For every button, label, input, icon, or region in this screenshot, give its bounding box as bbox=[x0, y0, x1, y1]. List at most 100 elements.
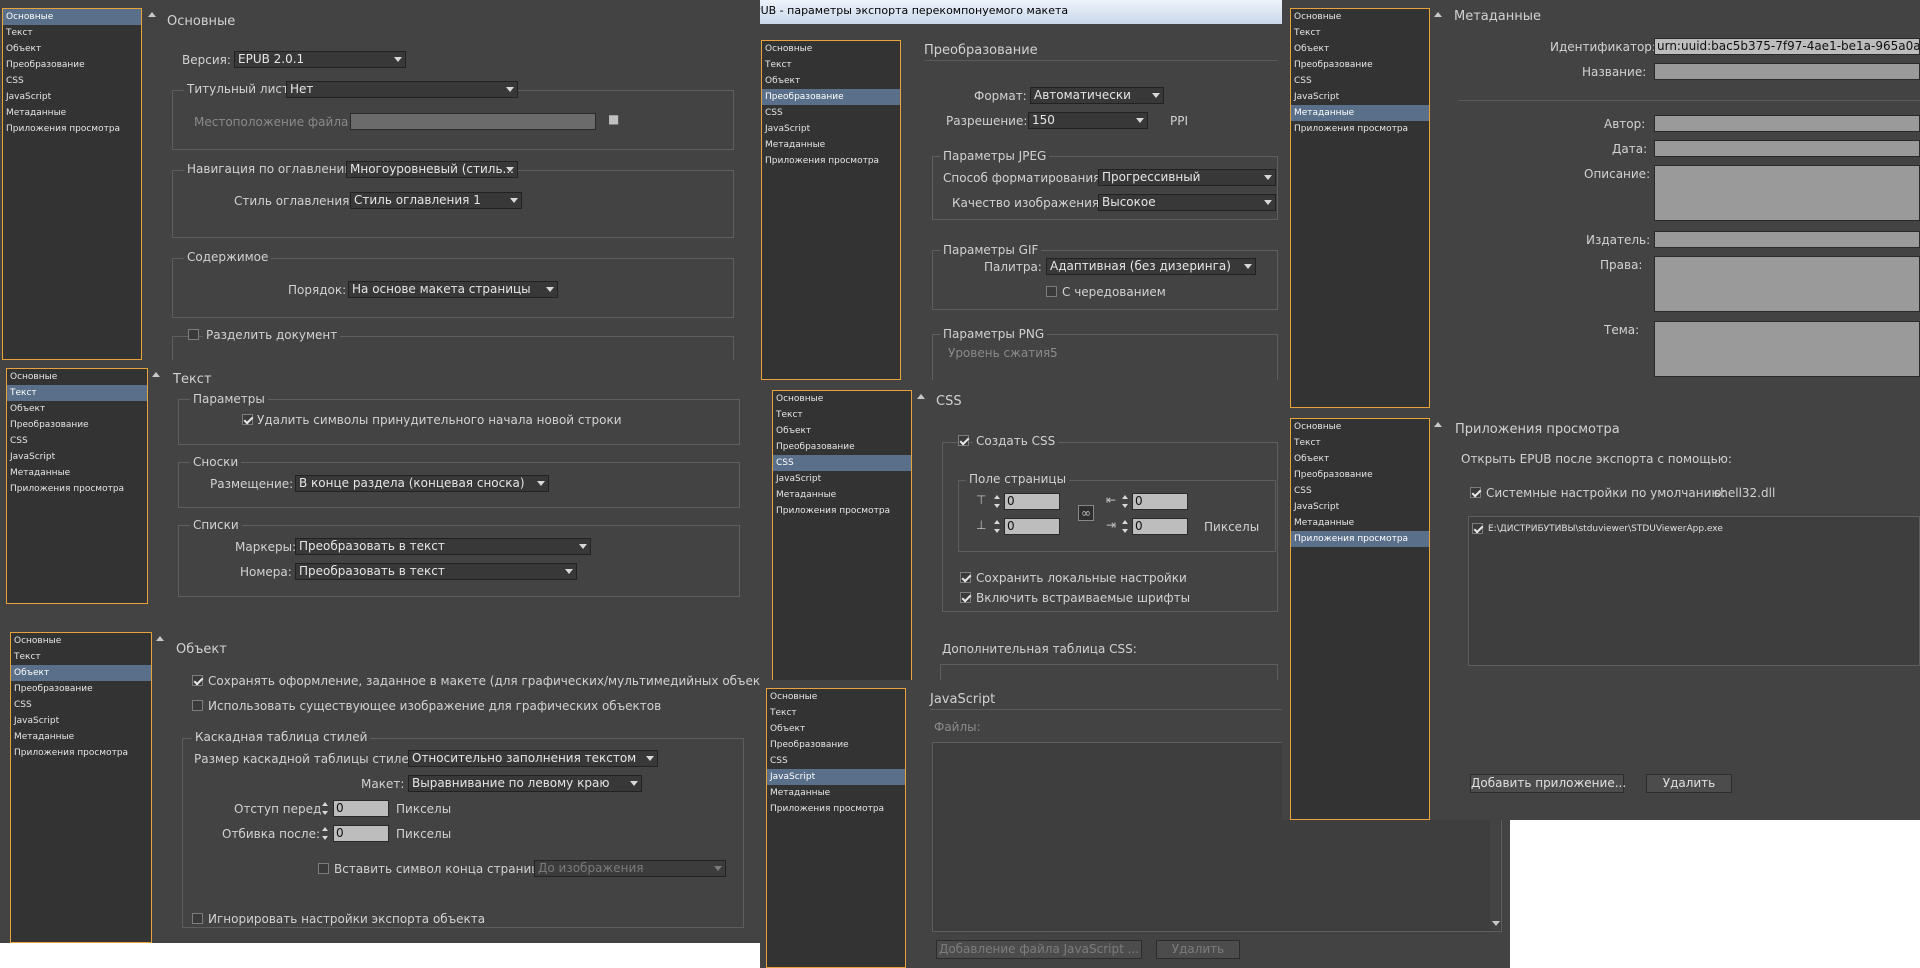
rights-field[interactable] bbox=[1654, 256, 1920, 312]
add-js-button[interactable]: Добавление файла JavaScript ... bbox=[936, 940, 1142, 959]
quality-select[interactable]: Высокое bbox=[1098, 194, 1276, 211]
nav-item[interactable]: Преобразование bbox=[1291, 467, 1429, 483]
nav-item[interactable]: Метаданные bbox=[1291, 105, 1429, 121]
apps-list[interactable] bbox=[1468, 516, 1920, 666]
id-field[interactable]: urn:uuid:bac5b375-7f97-4ae1-be1a-965a0a1… bbox=[1654, 38, 1920, 55]
nav-item[interactable]: Приложения просмотра bbox=[7, 481, 147, 497]
nav-item[interactable]: CSS bbox=[762, 105, 900, 121]
nav-item[interactable]: JavaScript bbox=[767, 769, 905, 785]
nav-item[interactable]: CSS bbox=[3, 73, 141, 89]
nav-item[interactable]: Основные bbox=[762, 41, 900, 57]
margin-left-spinner[interactable] bbox=[1122, 493, 1130, 510]
margin-bottom-input[interactable]: 0 bbox=[1004, 518, 1060, 535]
app-checkbox[interactable] bbox=[1472, 523, 1483, 534]
nav-item[interactable]: Приложения просмотра bbox=[3, 121, 141, 137]
nav-scrollbar[interactable] bbox=[1432, 8, 1444, 408]
nav-item[interactable]: Текст bbox=[3, 25, 141, 41]
delete-app-button[interactable]: Удалить bbox=[1646, 774, 1732, 793]
nav-item[interactable]: Объект bbox=[1291, 41, 1429, 57]
date-field[interactable] bbox=[1654, 140, 1920, 157]
nav-item[interactable]: Приложения просмотра bbox=[1291, 531, 1429, 547]
numbers-select[interactable]: Преобразовать в текст bbox=[295, 563, 577, 580]
resolution-select[interactable]: 150 bbox=[1028, 112, 1148, 129]
preserve-checkbox[interactable] bbox=[192, 675, 203, 686]
nav-item[interactable]: Основные bbox=[767, 689, 905, 705]
nav-item[interactable]: Преобразование bbox=[7, 417, 147, 433]
remove-breaks-checkbox[interactable] bbox=[242, 414, 253, 425]
page-break-checkbox[interactable] bbox=[318, 863, 329, 874]
delete-js-button[interactable]: Удалить bbox=[1156, 940, 1240, 959]
nav-item[interactable]: JavaScript bbox=[3, 89, 141, 105]
nav-item[interactable]: Текст bbox=[773, 407, 911, 423]
embed-fonts-checkbox[interactable] bbox=[960, 592, 971, 603]
toc-nav-select[interactable]: Многоуровневый (стиль... bbox=[346, 161, 518, 178]
nav-item[interactable]: Метаданные bbox=[3, 105, 141, 121]
nav-scrollbar[interactable] bbox=[154, 632, 166, 943]
nav-item[interactable]: JavaScript bbox=[773, 471, 911, 487]
nav-item[interactable]: Объект bbox=[11, 665, 151, 681]
margin-top-input[interactable]: 0 bbox=[1004, 493, 1060, 510]
author-field[interactable] bbox=[1654, 115, 1920, 132]
system-default-checkbox[interactable] bbox=[1470, 487, 1481, 498]
publisher-field[interactable] bbox=[1654, 231, 1920, 248]
interlace-checkbox[interactable] bbox=[1046, 286, 1057, 297]
nav-item[interactable]: Метаданные bbox=[11, 729, 151, 745]
nav-item[interactable]: Приложения просмотра bbox=[1291, 121, 1429, 137]
page-break-select[interactable]: До изображения bbox=[534, 860, 726, 877]
nav-item[interactable]: Приложения просмотра bbox=[767, 801, 905, 817]
nav-scrollbar[interactable] bbox=[146, 8, 158, 360]
file-location-field[interactable] bbox=[350, 113, 596, 130]
nav-item[interactable]: Текст bbox=[11, 649, 151, 665]
description-field[interactable] bbox=[1654, 165, 1920, 221]
nav-item[interactable]: CSS bbox=[11, 697, 151, 713]
space-before-spinner[interactable] bbox=[322, 800, 330, 817]
nav-item[interactable]: Приложения просмотра bbox=[773, 503, 911, 519]
nav-item[interactable]: Приложения просмотра bbox=[11, 745, 151, 761]
format-select[interactable]: Автоматически bbox=[1030, 87, 1164, 104]
nav-item[interactable]: Преобразование bbox=[1291, 57, 1429, 73]
nav-item[interactable]: Метаданные bbox=[7, 465, 147, 481]
nav-item[interactable]: Текст bbox=[1291, 435, 1429, 451]
nav-item[interactable]: Объект bbox=[7, 401, 147, 417]
nav-item[interactable]: Преобразование bbox=[11, 681, 151, 697]
nav-item[interactable]: Основные bbox=[1291, 419, 1429, 435]
nav-item[interactable]: Объект bbox=[762, 73, 900, 89]
bullets-select[interactable]: Преобразовать в текст bbox=[295, 538, 591, 555]
layout-select[interactable]: Выравнивание по левому краю bbox=[408, 775, 642, 792]
nav-item[interactable]: JavaScript bbox=[11, 713, 151, 729]
nav-item[interactable]: Приложения просмотра bbox=[762, 153, 900, 169]
nav-item[interactable]: Преобразование bbox=[3, 57, 141, 73]
add-app-button[interactable]: Добавить приложение... bbox=[1470, 774, 1626, 793]
margin-left-input[interactable]: 0 bbox=[1132, 493, 1188, 510]
margin-right-input[interactable]: 0 bbox=[1132, 518, 1188, 535]
nav-item[interactable]: Преобразование bbox=[762, 89, 900, 105]
folder-icon[interactable]: ■ bbox=[608, 112, 619, 126]
nav-item[interactable]: Объект bbox=[3, 41, 141, 57]
nav-item[interactable]: Текст bbox=[767, 705, 905, 721]
split-checkbox[interactable] bbox=[188, 329, 199, 340]
nav-item[interactable]: CSS bbox=[1291, 73, 1429, 89]
nav-item[interactable]: Основные bbox=[1291, 9, 1429, 25]
create-css-checkbox[interactable] bbox=[958, 435, 969, 446]
nav-item[interactable]: JavaScript bbox=[1291, 89, 1429, 105]
nav-item[interactable]: CSS bbox=[1291, 483, 1429, 499]
nav-item[interactable]: Объект bbox=[773, 423, 911, 439]
nav-item[interactable]: Преобразование bbox=[767, 737, 905, 753]
use-existing-checkbox[interactable] bbox=[192, 700, 203, 711]
ignore-checkbox[interactable] bbox=[192, 913, 203, 924]
nav-item[interactable]: Основные bbox=[11, 633, 151, 649]
nav-item[interactable]: Основные bbox=[773, 391, 911, 407]
nav-item[interactable]: JavaScript bbox=[1291, 499, 1429, 515]
margin-top-spinner[interactable] bbox=[994, 493, 1002, 510]
link-icon[interactable]: ∞ bbox=[1078, 505, 1094, 521]
subject-field[interactable] bbox=[1654, 321, 1920, 377]
space-before-input[interactable]: 0 bbox=[333, 800, 389, 817]
nav-item[interactable]: Метаданные bbox=[773, 487, 911, 503]
space-after-spinner[interactable] bbox=[322, 825, 330, 842]
version-select[interactable]: EPUB 2.0.1 bbox=[234, 51, 406, 68]
toc-style-select[interactable]: Стиль оглавления 1 bbox=[350, 192, 522, 209]
app-path[interactable]: E:\ДИСТРИБУТИВЫ\stduviewer\STDUViewerApp… bbox=[1488, 524, 1723, 534]
nav-item[interactable]: Текст bbox=[7, 385, 147, 401]
nav-item[interactable]: Объект bbox=[767, 721, 905, 737]
nav-item[interactable]: Текст bbox=[1291, 25, 1429, 41]
